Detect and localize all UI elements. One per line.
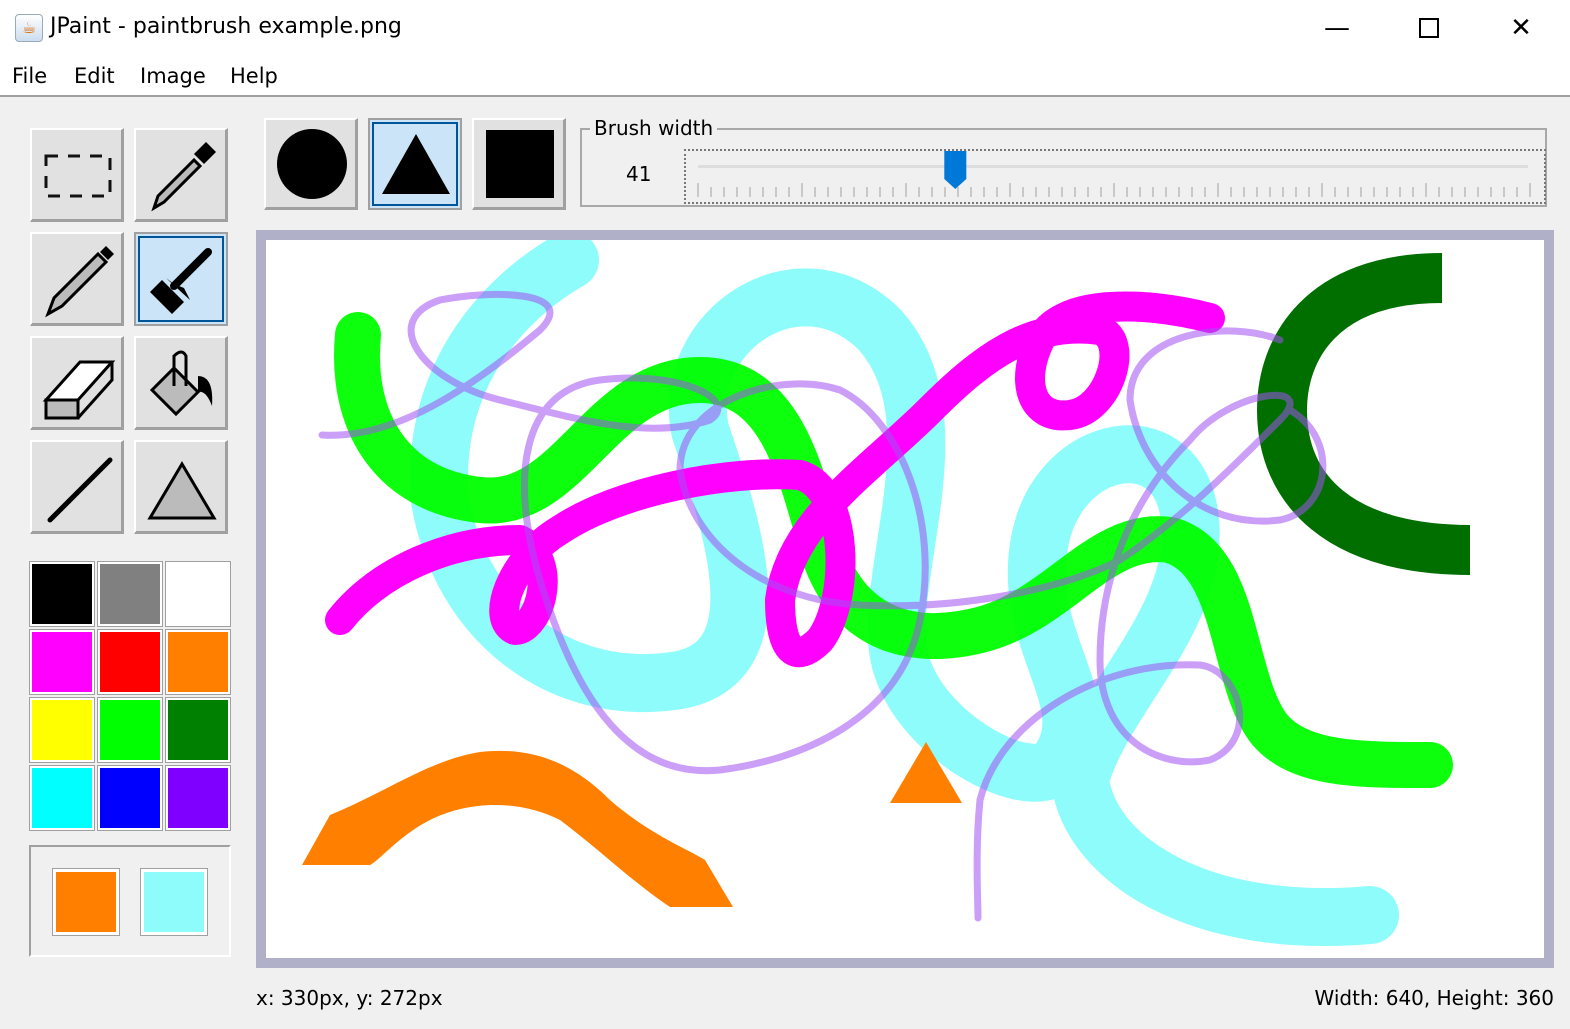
title-bar: ☕ JPaint - paintbrush example.png — ✕: [0, 0, 1570, 56]
drawing-canvas[interactable]: [266, 240, 1544, 958]
color-swatch[interactable]: [97, 561, 163, 627]
brush-width-label: Brush width: [590, 116, 718, 140]
eraser-icon: [42, 360, 116, 420]
color-swatch[interactable]: [29, 561, 95, 627]
line-icon: [47, 457, 113, 523]
orange-stroke: [302, 750, 733, 907]
color-swatch[interactable]: [165, 697, 231, 763]
paintbrush-icon: [150, 248, 212, 314]
eraser-tool-button[interactable]: [30, 336, 124, 430]
brush-width-value: 41: [626, 162, 652, 186]
secondary-color[interactable]: [140, 868, 208, 936]
pencil-icon: [45, 246, 114, 318]
brush-shape-triangle-button[interactable]: [368, 118, 462, 210]
shape-tool-button[interactable]: [134, 440, 228, 534]
line-tool-button[interactable]: [30, 440, 124, 534]
color-swatch[interactable]: [29, 629, 95, 695]
color-swatch[interactable]: [97, 697, 163, 763]
square-icon: [486, 130, 554, 198]
java-cup-icon: ☕: [15, 14, 43, 42]
fill-tool-button[interactable]: [134, 336, 228, 430]
current-colors: [29, 845, 231, 957]
color-swatch[interactable]: [97, 629, 163, 695]
eyedropper-icon: [151, 142, 216, 212]
menu-file[interactable]: File: [12, 64, 47, 88]
circle-icon: [277, 129, 347, 199]
maximize-button[interactable]: [1406, 10, 1452, 46]
color-swatch[interactable]: [97, 765, 163, 831]
paintbrush-tool-button[interactable]: [134, 232, 228, 326]
primary-color[interactable]: [52, 868, 120, 936]
minimize-button[interactable]: —: [1314, 10, 1360, 46]
slider-thumb[interactable]: [944, 151, 967, 189]
menu-edit[interactable]: Edit: [74, 64, 115, 88]
window-title: JPaint - paintbrush example.png: [50, 14, 402, 39]
triangle-icon: [147, 461, 217, 520]
image-size: Width: 640, Height: 360: [1314, 986, 1554, 1010]
canvas-frame: [256, 230, 1554, 968]
color-swatch[interactable]: [165, 561, 231, 627]
brush-width-slider[interactable]: [684, 149, 1546, 204]
menu-image[interactable]: Image: [140, 64, 206, 88]
drawing: [302, 240, 1471, 947]
dark-green-c: [1257, 253, 1471, 575]
color-swatch[interactable]: [29, 765, 95, 831]
dashed-rectangle-icon: [44, 154, 112, 198]
cursor-position: x: 330px, y: 272px: [256, 986, 443, 1010]
brush-shape-square-button[interactable]: [472, 118, 566, 210]
triangle-icon: [382, 134, 450, 194]
menu-bar: File Edit Image Help: [0, 56, 1570, 97]
color-swatch[interactable]: [29, 697, 95, 763]
menu-help[interactable]: Help: [230, 64, 278, 88]
slider-track: [698, 165, 1528, 168]
pencil-tool-button[interactable]: [30, 232, 124, 326]
paint-bucket-icon: [149, 350, 213, 417]
brush-width-group: Brush width 41: [580, 116, 1547, 207]
color-swatch[interactable]: [165, 629, 231, 695]
brush-shape-circle-button[interactable]: [264, 118, 358, 210]
eyedropper-tool-button[interactable]: [134, 128, 228, 222]
close-button[interactable]: ✕: [1498, 10, 1544, 46]
select-tool-button[interactable]: [30, 128, 124, 222]
color-swatch[interactable]: [165, 765, 231, 831]
